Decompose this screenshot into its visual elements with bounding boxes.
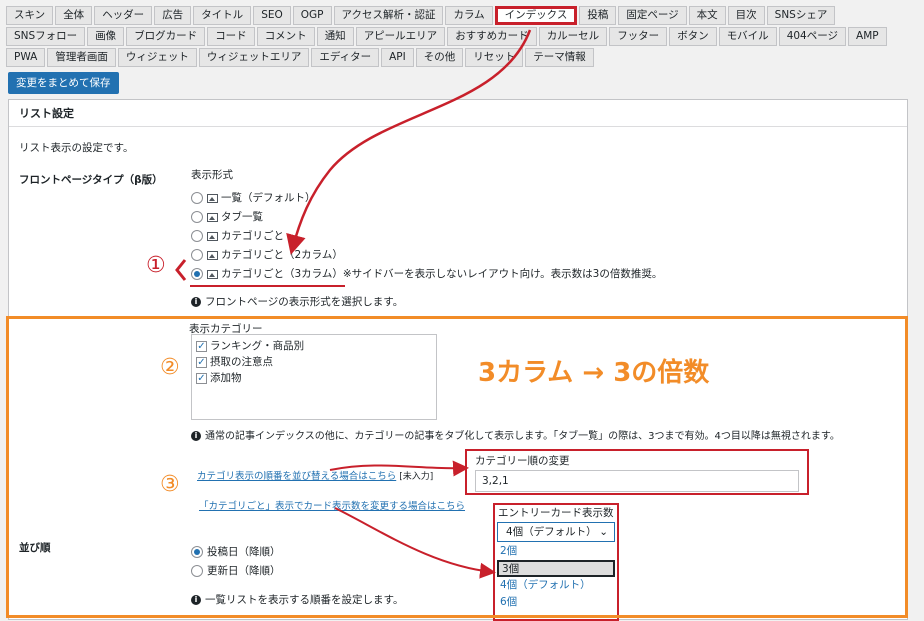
arrow-to-entry <box>334 507 496 579</box>
arrow-to-order <box>329 460 469 477</box>
bracket-1 <box>175 259 187 281</box>
arrow-to-format <box>286 29 532 255</box>
annotation-arrows <box>175 29 532 579</box>
